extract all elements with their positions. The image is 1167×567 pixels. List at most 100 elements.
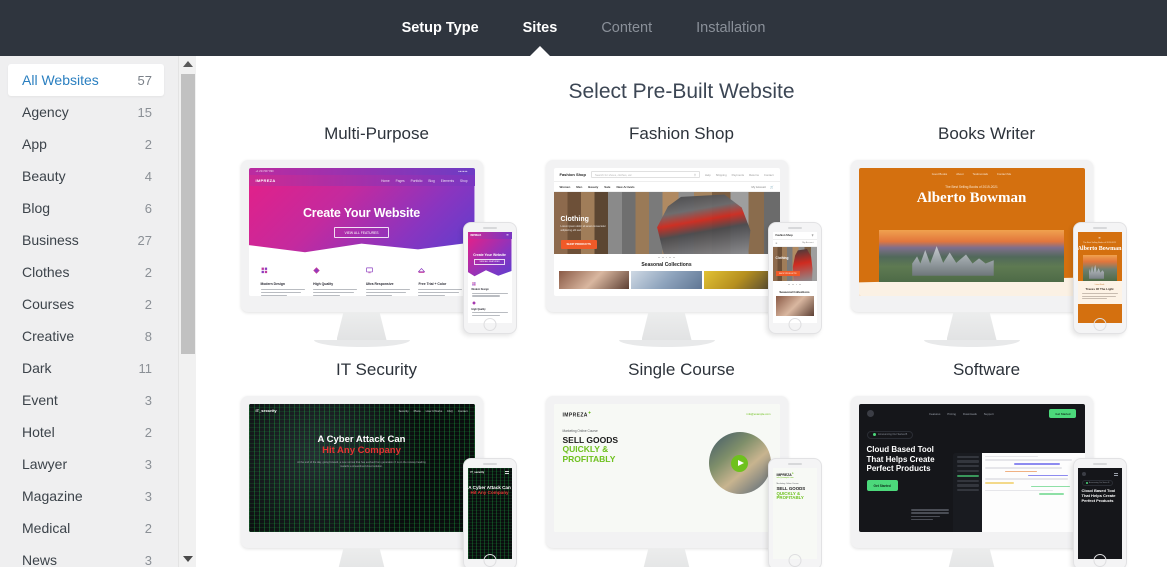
sidebar-item-creative[interactable]: Creative 8	[8, 320, 164, 352]
sidebar-item-count: 2	[144, 136, 152, 152]
website-card-multi-purpose[interactable]: Multi-Purpose +1 234 567 890 ●●●●●● IMPR…	[224, 124, 529, 360]
monitor-base	[313, 340, 410, 347]
sidebar-item-label: Magazine	[22, 488, 83, 504]
website-card-books-writer[interactable]: Books Writer Good Books About Testimonia…	[834, 124, 1139, 360]
sidebar-item-medical[interactable]: Medical 2	[8, 512, 164, 544]
tab-sites[interactable]: Sites	[501, 0, 580, 56]
preview-headline: Create Your Website	[302, 206, 421, 220]
search-icon: ⚲	[693, 172, 696, 177]
preview-cta-button: Get Started	[866, 480, 898, 492]
sidebar-item-event[interactable]: Event 3	[8, 384, 164, 416]
preview-nav-link: Elements	[440, 178, 455, 183]
preview-body: At the end of the day, going forward, a …	[297, 461, 426, 468]
scroll-up-arrow-icon[interactable]	[179, 56, 197, 72]
badge-dot-icon	[1085, 482, 1088, 484]
scrollbar-thumb[interactable]	[181, 74, 195, 354]
preview-product-tiles	[554, 270, 780, 289]
device-mockup: Features Pricing Downloads Support Get S…	[847, 396, 1127, 567]
sidebar-item-magazine[interactable]: Magazine 3	[8, 480, 164, 512]
website-card-single-course[interactable]: Single Course IMPREZA✦ info@example.com …	[529, 360, 834, 567]
sidebar-item-app[interactable]: App 2	[8, 128, 164, 160]
sidebar-item-courses[interactable]: Courses 2	[8, 288, 164, 320]
preview-feature: Ultra Responsive	[365, 264, 410, 296]
preview-feature-title: Modern Design	[260, 282, 286, 286]
preview-nav-link: Sale	[604, 184, 611, 189]
scroll-down-arrow-icon[interactable]	[179, 551, 197, 567]
website-card-it-security[interactable]: IT Security IT_security Security Plans H…	[224, 360, 529, 567]
phone-preview-screen: Announcing Our Series B Cloud Based Tool…	[1077, 468, 1122, 559]
preview-nav-link: Shop	[460, 178, 468, 183]
preview-logo: IT_security	[470, 471, 485, 474]
preview-nav-link: Home	[381, 178, 390, 183]
device-mockup: Good Books About Testimonials Contact Me…	[847, 160, 1127, 360]
preview-nav-link: Contact Me	[996, 172, 1012, 176]
website-card-fashion-shop[interactable]: Fashion Shop Fashion Shop Search for sho…	[529, 124, 834, 360]
preview-cta-button: SHOP PRODUCTS	[560, 239, 597, 249]
palette-icon	[418, 267, 426, 273]
preview-topbar-contact: +1 234 567 890	[255, 170, 274, 173]
tab-installation[interactable]: Installation	[674, 0, 787, 56]
sidebar-scrollbar[interactable]	[178, 56, 196, 567]
sidebar-item-lawyer[interactable]: Lawyer 3	[8, 448, 164, 480]
card-title: Books Writer	[938, 124, 1035, 143]
sidebar-item-label: All Websites	[22, 72, 99, 88]
tab-installation-label: Installation	[696, 20, 766, 36]
sidebar-item-news[interactable]: News 3	[8, 544, 164, 567]
preview-email: info@example.com	[776, 477, 794, 480]
website-card-software[interactable]: Software Features Pricing Downloads Supp…	[834, 360, 1139, 567]
sidebar-item-clothes[interactable]: Clothes 2	[8, 256, 164, 288]
desktop-preview-screen: Fashion Shop Search for shoes, clothes, …	[553, 168, 780, 296]
preview-logo: Fashion Shop	[559, 172, 586, 177]
desktop-preview-screen: Features Pricing Downloads Support Get S…	[858, 404, 1085, 532]
sidebar-item-business[interactable]: Business 27	[8, 224, 164, 256]
desktop-preview-screen: Good Books About Testimonials Contact Me…	[858, 168, 1085, 296]
sidebar-item-label: Creative	[22, 328, 75, 344]
monitor-stand	[946, 548, 997, 567]
tab-setup-type[interactable]: Setup Type	[380, 0, 501, 56]
sidebar-item-label: Dark	[22, 360, 52, 376]
preview-kicker: Marketing Online Course	[776, 483, 799, 486]
preview-phone-kicker: Latest Book	[1094, 284, 1105, 287]
preview-cta-button: SHOP PRODUCTS	[775, 271, 800, 276]
preview-feature-title: Ultra Responsive	[365, 282, 394, 286]
monitor-stand	[641, 548, 692, 567]
sidebar-item-count: 3	[144, 552, 152, 567]
sidebar-item-dark[interactable]: Dark 11	[8, 352, 164, 384]
phone-mockup: IMPREZA ☰ Create Your Website VIEW ALL FE…	[462, 222, 517, 334]
tab-setup-type-label: Setup Type	[401, 20, 479, 36]
sidebar-item-hotel[interactable]: Hotel 2	[8, 416, 164, 448]
sidebar-item-agency[interactable]: Agency 15	[8, 96, 164, 128]
phone-mockup: Fashion Shop ⚲ ☰ My Account Clothing SHOP …	[767, 222, 822, 334]
sidebar-item-beauty[interactable]: Beauty 4	[8, 160, 164, 192]
preview-email: info@example.com	[746, 412, 771, 417]
sidebar-item-label: Lawyer	[22, 456, 68, 472]
sidebar-item-all-websites[interactable]: All Websites 57	[8, 64, 164, 96]
sidebar-item-blog[interactable]: Blog 6	[8, 192, 164, 224]
preview-nav-link: New Arrivals	[616, 184, 635, 189]
card-title: Fashion Shop	[629, 124, 734, 143]
castle-shape	[912, 246, 994, 276]
preview-headline-line3: Perfect Products	[1081, 497, 1114, 503]
quality-icon	[471, 301, 476, 305]
preview-badge: Announcing Our Series B	[1081, 480, 1114, 486]
preview-feature-title: Modern Design	[471, 288, 489, 292]
preview-product-tile	[775, 295, 814, 316]
preview-search-placeholder: Search for shoes, clothes, etc	[594, 172, 632, 177]
desktop-preview-screen: IT_security Security Plans How It Works …	[248, 404, 475, 532]
search-icon: ⚲	[811, 234, 814, 237]
phone-preview-screen: IT_security A Cyber Attack Can Hit Any C…	[467, 468, 512, 559]
sidebar-item-label: Hotel	[22, 424, 55, 440]
preview-nav-links: Features Pricing Downloads Support	[929, 412, 993, 416]
category-sidebar: All Websites 57 Agency 15 App 2 Beauty 4…	[0, 56, 196, 567]
desktop-preview-screen: +1 234 567 890 ●●●●●● IMPREZA Home Pages…	[248, 168, 475, 296]
preview-nav-link: Portfolio	[410, 178, 423, 183]
preview-feature-title: High Quality	[313, 282, 334, 286]
sidebar-item-count: 4	[144, 168, 152, 184]
responsive-icon	[366, 267, 373, 274]
sidebar-item-count: 2	[144, 424, 152, 440]
preview-headline-line1: A Cyber Attack Can	[317, 434, 406, 445]
card-title: Software	[952, 360, 1021, 379]
device-mockup: IT_security Security Plans How It Works …	[237, 396, 517, 567]
sidebar-item-count: 27	[137, 232, 152, 248]
tab-content[interactable]: Content	[579, 0, 674, 56]
